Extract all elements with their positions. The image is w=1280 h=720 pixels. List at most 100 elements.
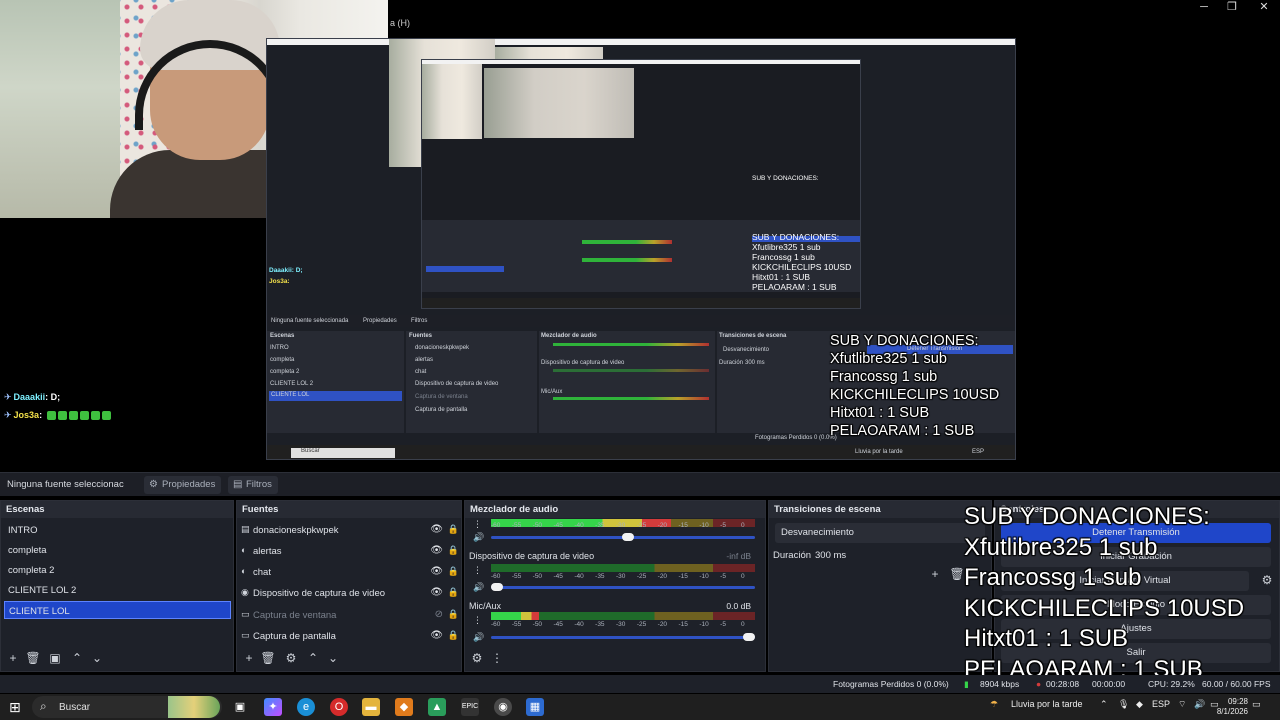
signal-icon: ▮ [964, 679, 969, 689]
epic-games-icon[interactable]: EPIC [461, 698, 479, 716]
source-item[interactable]: ◐ alertas 👁 🔒 [240, 542, 465, 562]
up-arrow-icon[interactable]: ⌃ [305, 651, 321, 665]
add-scene-button[interactable]: + [5, 651, 21, 665]
lock-icon[interactable]: 🔒 [448, 630, 459, 641]
gear-icon[interactable]: ⚙ [283, 651, 299, 665]
properties-button[interactable]: ⚙ Propiedades [144, 476, 222, 494]
scene-item[interactable]: completa [4, 541, 231, 559]
kebab-icon[interactable]: ⋮ [473, 565, 482, 576]
tray-icon[interactable]: ◆ [1136, 699, 1143, 710]
eye-icon[interactable]: 👁 [430, 630, 443, 641]
search-icon: ⌕ [40, 699, 47, 713]
speaker-icon[interactable]: 🔊 [473, 632, 484, 643]
down-arrow-icon[interactable]: ⌄ [325, 651, 341, 665]
filter-icon[interactable]: ▣ [47, 651, 63, 665]
lock-icon[interactable]: 🔒 [448, 587, 459, 598]
kebab-icon[interactable]: ⋮ [473, 615, 482, 626]
meter-tick-label: -55 [511, 621, 522, 628]
store-icon[interactable]: ▦ [526, 698, 544, 716]
source-item[interactable]: ◉ Dispositivo de captura de video 👁 🔒 [240, 584, 465, 604]
app-icon[interactable]: ◆ [395, 698, 413, 716]
windows-start-icon[interactable]: ⊞ [9, 700, 23, 714]
browser-icon: ◐ [241, 566, 247, 576]
eye-icon[interactable]: 👁 [430, 566, 443, 577]
source-item[interactable]: ▤ donacioneskpkwpek 👁 🔒 [240, 521, 465, 541]
nested-mixer-item: Mic/Aux [541, 389, 563, 395]
nested-scene: CLIENTE LOL [271, 392, 310, 398]
source-item[interactable]: ▭ Captura de ventana ⊘ 🔒 [240, 606, 465, 626]
kebab-icon[interactable]: ⋮ [489, 651, 505, 665]
maximize-button[interactable]: ❐ [1216, 0, 1248, 14]
nested-taskbar-2 [422, 298, 860, 308]
properties-label: Propiedades [162, 479, 216, 490]
meter-tick-label: -15 [678, 621, 688, 628]
meter-tick-label: -55 [511, 573, 522, 580]
volume-icon[interactable]: 🔊 [1194, 699, 1205, 710]
close-button[interactable]: ✕ [1248, 0, 1280, 14]
chat-user: Daaakii [13, 392, 46, 402]
lock-icon[interactable]: 🔒 [448, 545, 459, 556]
nested-weather: Lluvia por la tarde [855, 449, 903, 455]
up-arrow-icon[interactable]: ⌃ [69, 651, 85, 665]
clock[interactable]: 09:28 8/1/2026 [1217, 697, 1248, 717]
mic-icon[interactable]: 🎙 [1118, 699, 1129, 710]
eye-icon[interactable]: 👁 [430, 524, 443, 535]
channel-db: 0.0 dB [726, 601, 751, 611]
language-icon[interactable]: ESP [1152, 699, 1170, 709]
scene-item[interactable]: INTRO [4, 521, 231, 539]
chevron-up-icon[interactable]: ⌃ [1100, 699, 1108, 710]
add-source-button[interactable]: + [241, 651, 257, 665]
down-arrow-icon[interactable]: ⌄ [89, 651, 105, 665]
source-item[interactable]: ▭ Captura de pantalla 👁 🔒 [240, 627, 465, 647]
trash-icon[interactable]: 🗑 [260, 651, 276, 665]
filters-button[interactable]: ▤ Filtros [228, 476, 278, 494]
search-placeholder: Buscar [59, 702, 91, 713]
obs-icon[interactable]: ◉ [494, 698, 512, 716]
eye-hidden-icon[interactable]: ⊘ [435, 609, 443, 620]
eye-icon[interactable]: 👁 [430, 545, 443, 556]
edge-icon[interactable]: e [297, 698, 315, 716]
kebab-icon[interactable]: ⋮ [473, 519, 482, 530]
nested-preview-level2: SUB Y DONACIONES: SUB Y DONACIONES: Xfut… [421, 59, 861, 309]
trash-icon[interactable]: 🗑 [949, 567, 965, 581]
meter-tick-label: -45 [553, 621, 563, 628]
volume-slider[interactable] [491, 533, 755, 541]
eye-icon[interactable]: 👁 [430, 587, 443, 598]
scene-item-selected[interactable]: CLIENTE LOL [4, 601, 231, 619]
meter-tick-label: 0 [741, 522, 745, 529]
gear-icon[interactable]: ⚙ [469, 651, 485, 665]
duration-input[interactable]: 300 ms [815, 550, 846, 561]
nested-donation-block-2: SUB Y DONACIONES: Xfutlibre325 1 sub Fra… [752, 232, 851, 292]
wifi-icon[interactable]: ⌔ [1178, 699, 1186, 710]
meter-tick-label: -60 [491, 621, 501, 628]
speaker-icon[interactable]: 🔊 [473, 532, 484, 543]
app-icon[interactable]: ▲ [428, 698, 446, 716]
notification-icon[interactable]: ▭ [1252, 699, 1261, 710]
volume-knob[interactable] [743, 633, 755, 641]
speaker-icon[interactable]: 🔊 [473, 582, 484, 593]
file-explorer-icon[interactable]: ▬ [362, 698, 380, 716]
lock-icon[interactable]: 🔒 [448, 524, 459, 535]
nested-source: donacioneskpkwpek [415, 345, 470, 351]
donation-overlay: SUB Y DONACIONES: Xfutlibre325 1 sub Franc… [964, 502, 1244, 685]
taskbar-search[interactable]: ⌕ Buscar [32, 696, 222, 718]
opera-icon[interactable]: O [330, 698, 348, 716]
volume-slider[interactable] [491, 633, 755, 641]
scene-item[interactable]: CLIENTE LOL 2 [4, 581, 231, 599]
volume-knob[interactable] [622, 533, 635, 541]
lock-icon[interactable]: 🔒 [448, 566, 459, 577]
source-item[interactable]: ◐ chat 👁 🔒 [240, 563, 465, 583]
weather-text[interactable]: Lluvia por la tarde [1011, 699, 1083, 709]
transition-select[interactable]: Desvanecimiento [775, 523, 985, 543]
task-view-icon[interactable]: ▣ [231, 698, 249, 716]
gear-icon[interactable]: ⚙ [1259, 573, 1275, 587]
volume-slider[interactable] [491, 583, 755, 591]
copilot-icon[interactable]: ✦ [264, 698, 282, 716]
pin-icon: ✈ [4, 392, 12, 402]
scene-item[interactable]: completa 2 [4, 561, 231, 579]
trash-icon[interactable]: 🗑 [25, 651, 41, 665]
lock-icon[interactable]: 🔒 [448, 609, 459, 620]
add-transition-button[interactable]: + [927, 567, 943, 581]
rec-time: 00:00:00 [1092, 679, 1126, 689]
volume-knob[interactable] [491, 583, 503, 591]
